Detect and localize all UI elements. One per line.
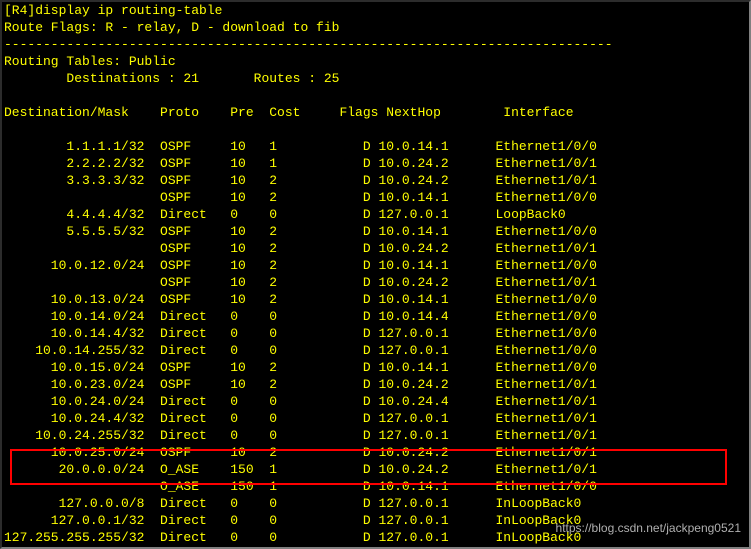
- table-row: 1.1.1.1/32 OSPF 10 1 D 10.0.14.1 Etherne…: [2, 138, 749, 155]
- table-row: 127.0.0.0/8 Direct 0 0 D 127.0.0.1 InLoo…: [2, 495, 749, 512]
- table-row: 10.0.24.4/32 Direct 0 0 D 127.0.0.1 Ethe…: [2, 410, 749, 427]
- terminal-window[interactable]: [R4]display ip routing-table Route Flags…: [0, 0, 751, 549]
- routing-summary: Destinations : 21 Routes : 25: [2, 70, 749, 87]
- table-row: OSPF 10 2 D 10.0.24.2 Ethernet1/0/1: [2, 240, 749, 257]
- blank-line: [2, 121, 749, 138]
- table-row: 10.0.24.0/24 Direct 0 0 D 10.0.24.4 Ethe…: [2, 393, 749, 410]
- blank-line: [2, 87, 749, 104]
- table-row: 20.0.0.0/24 O_ASE 150 1 D 10.0.24.2 Ethe…: [2, 461, 749, 478]
- table-row: 2.2.2.2/32 OSPF 10 1 D 10.0.24.2 Etherne…: [2, 155, 749, 172]
- routing-table-body: 1.1.1.1/32 OSPF 10 1 D 10.0.14.1 Etherne…: [2, 138, 749, 549]
- table-row: 10.0.14.0/24 Direct 0 0 D 10.0.14.4 Ethe…: [2, 308, 749, 325]
- table-row: 10.0.14.4/32 Direct 0 0 D 127.0.0.1 Ethe…: [2, 325, 749, 342]
- table-row: 4.4.4.4/32 Direct 0 0 D 127.0.0.1 LoopBa…: [2, 206, 749, 223]
- table-row: 10.0.15.0/24 OSPF 10 2 D 10.0.14.1 Ether…: [2, 359, 749, 376]
- table-row: 3.3.3.3/32 OSPF 10 2 D 10.0.24.2 Etherne…: [2, 172, 749, 189]
- table-row: 10.0.12.0/24 OSPF 10 2 D 10.0.14.1 Ether…: [2, 257, 749, 274]
- table-row: 10.0.25.0/24 OSPF 10 2 D 10.0.24.2 Ether…: [2, 444, 749, 461]
- table-row: OSPF 10 2 D 10.0.24.2 Ethernet1/0/1: [2, 274, 749, 291]
- table-row: 10.0.13.0/24 OSPF 10 2 D 10.0.14.1 Ether…: [2, 291, 749, 308]
- table-row: 10.0.14.255/32 Direct 0 0 D 127.0.0.1 Et…: [2, 342, 749, 359]
- table-row: O_ASE 150 1 D 10.0.14.1 Ethernet1/0/0: [2, 478, 749, 495]
- table-header: Destination/Mask Proto Pre Cost Flags Ne…: [2, 104, 749, 121]
- route-flags-legend: Route Flags: R - relay, D - download to …: [2, 19, 749, 36]
- table-row: 10.0.24.255/32 Direct 0 0 D 127.0.0.1 Et…: [2, 427, 749, 444]
- command-line: [R4]display ip routing-table: [2, 2, 749, 19]
- table-row: 127.255.255.255/32 Direct 0 0 D 127.0.0.…: [2, 529, 749, 546]
- table-row: 5.5.5.5/32 OSPF 10 2 D 10.0.14.1 Etherne…: [2, 223, 749, 240]
- table-row: 127.0.0.1/32 Direct 0 0 D 127.0.0.1 InLo…: [2, 512, 749, 529]
- table-row: OSPF 10 2 D 10.0.14.1 Ethernet1/0/0: [2, 189, 749, 206]
- table-row: 10.0.23.0/24 OSPF 10 2 D 10.0.24.2 Ether…: [2, 376, 749, 393]
- separator: ----------------------------------------…: [2, 36, 744, 53]
- routing-table-title: Routing Tables: Public: [2, 53, 749, 70]
